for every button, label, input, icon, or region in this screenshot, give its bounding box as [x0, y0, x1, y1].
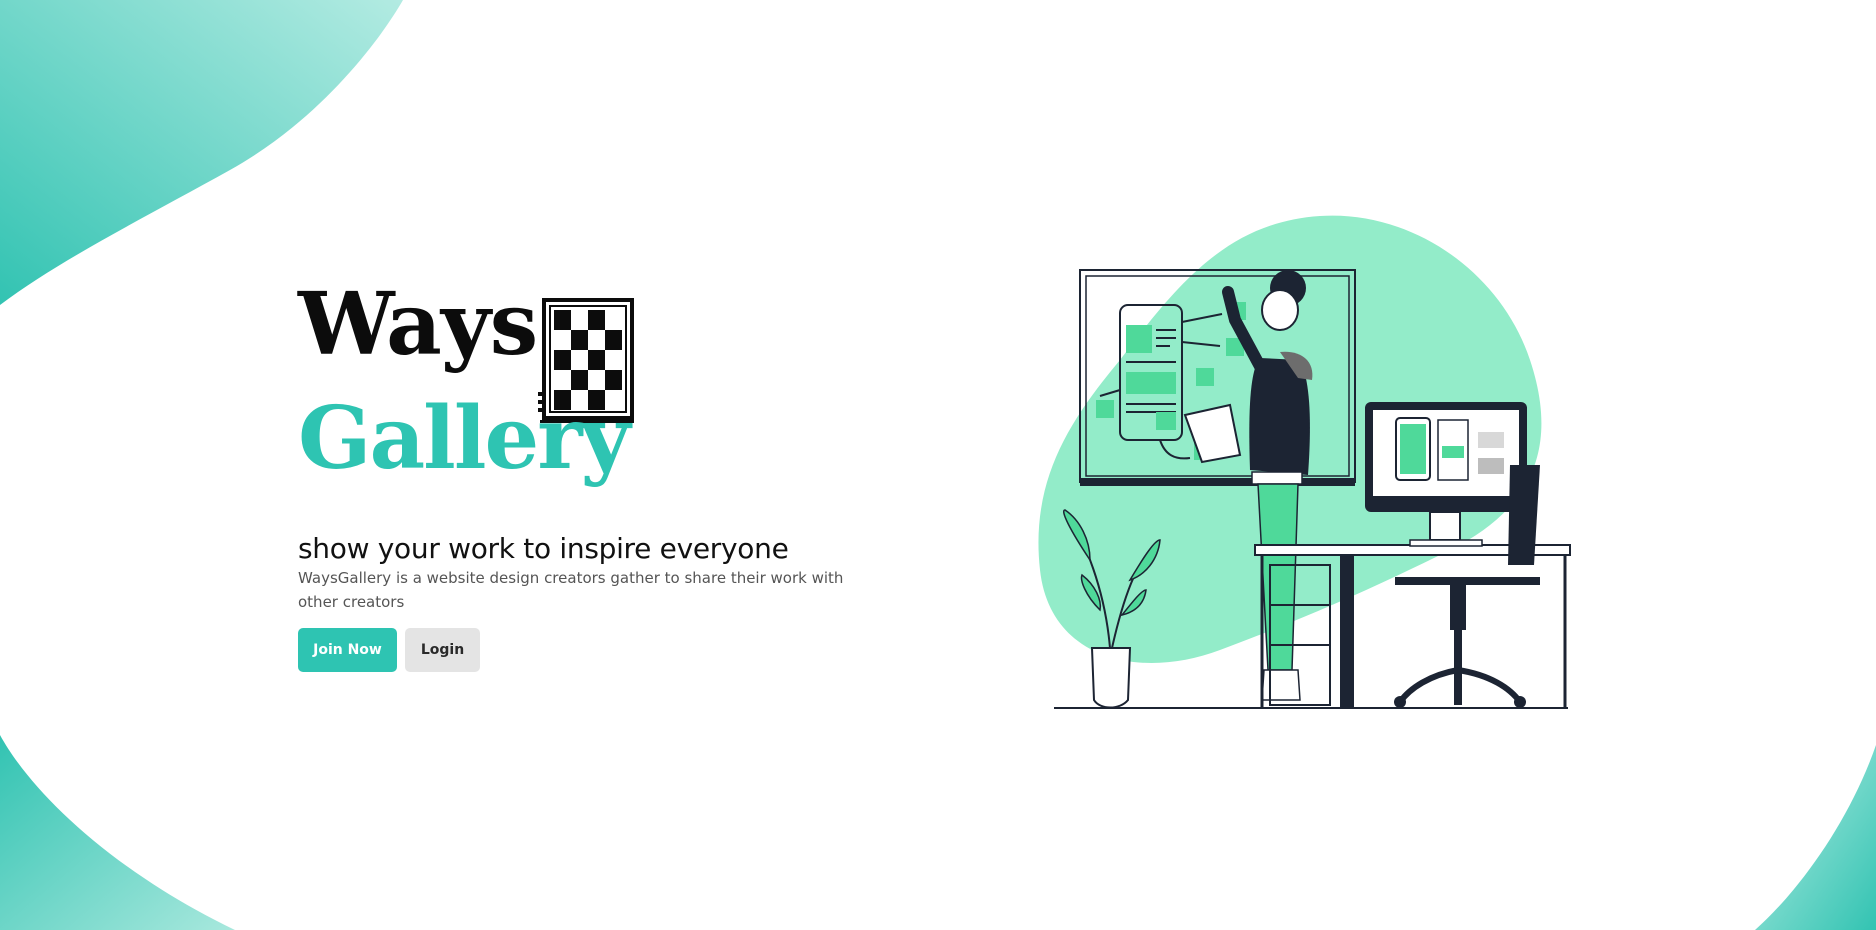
- brand-logo: Ways Gallery: [298, 282, 638, 506]
- bottom-left-blob: [0, 735, 235, 930]
- brand-word-ways: Ways: [298, 274, 538, 375]
- hero-tagline: show your work to inspire everyone: [298, 532, 789, 565]
- bottom-right-blob: [1755, 745, 1876, 930]
- top-left-blob: [0, 0, 403, 305]
- background-blobs: [0, 0, 1876, 930]
- brand-word-gallery: Gallery: [298, 388, 631, 489]
- hero-section: Ways Gallery show your work to inspire e…: [298, 282, 878, 672]
- hero-actions: Join Now Login: [298, 628, 878, 672]
- designer-at-whiteboard-illustration: [1038, 215, 1571, 709]
- hero-description: WaysGallery is a website design creators…: [298, 569, 844, 611]
- join-now-button[interactable]: Join Now: [298, 628, 397, 672]
- login-button[interactable]: Login: [405, 628, 480, 672]
- landing-page: Ways Gallery show your work to inspire e…: [0, 0, 1876, 930]
